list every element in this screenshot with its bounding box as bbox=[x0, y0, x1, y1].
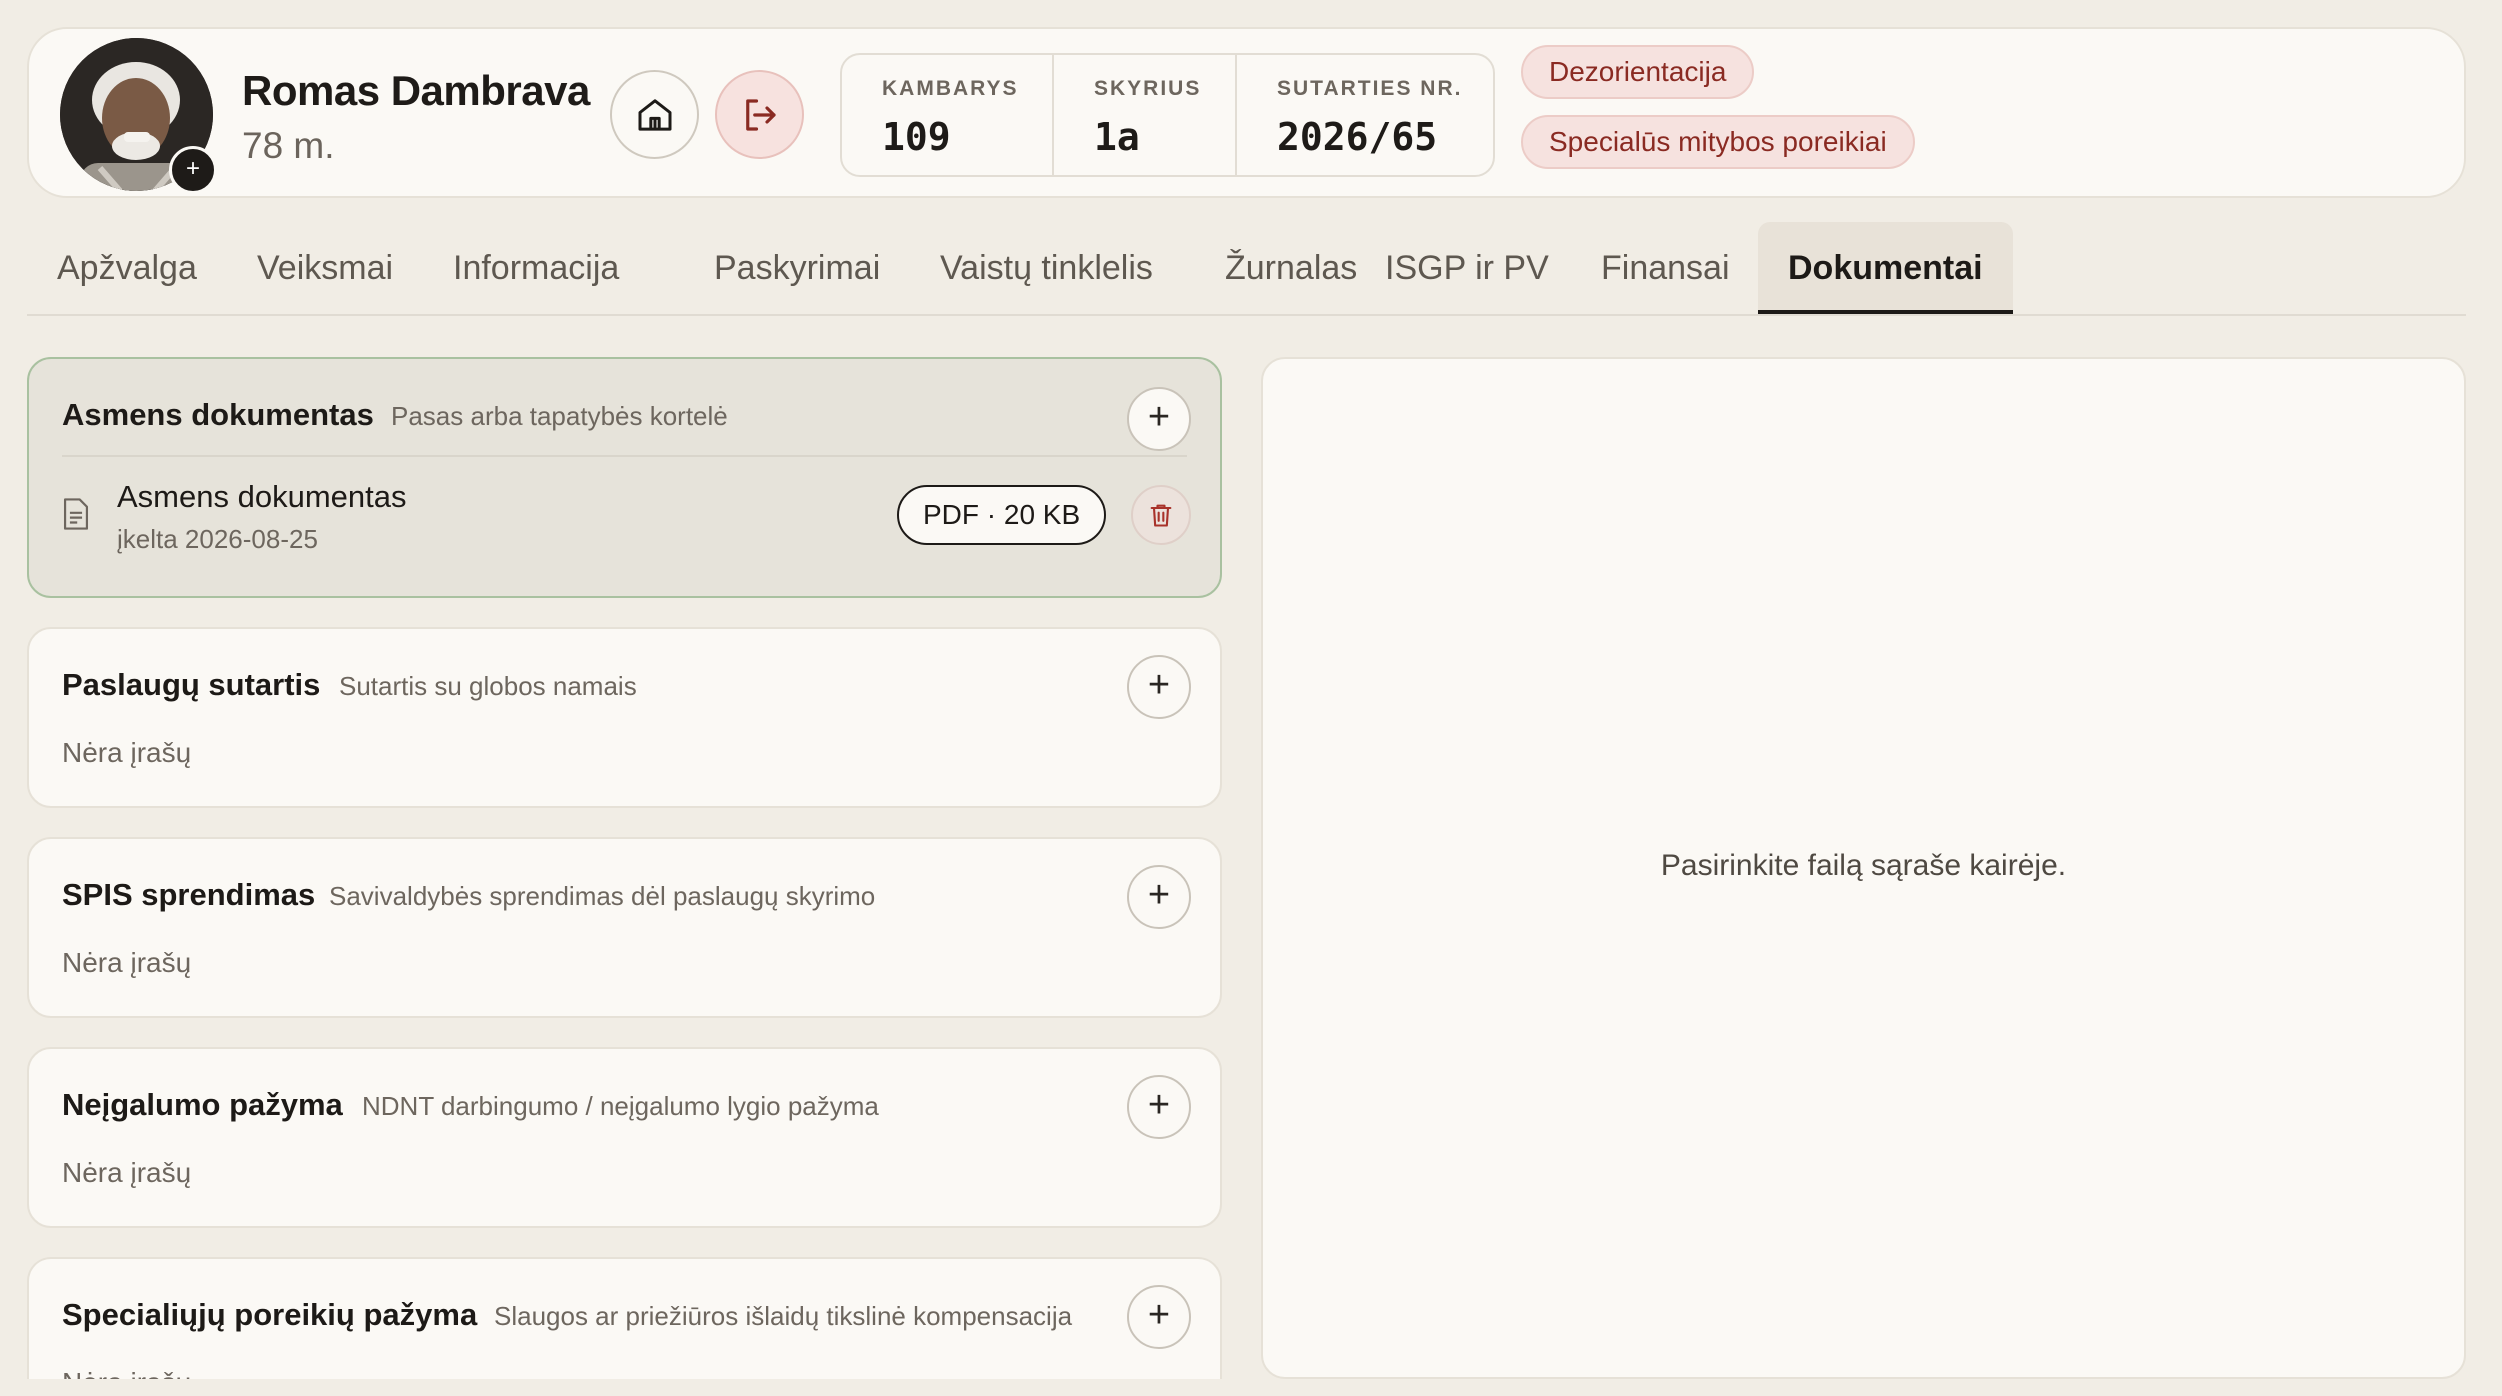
meta-room: KAMBARYS 109 bbox=[842, 55, 1054, 175]
file-name: Asmens dokumentas bbox=[117, 479, 407, 514]
logout-icon bbox=[745, 98, 776, 131]
meta-value: 109 bbox=[882, 115, 951, 159]
meta-label: KAMBARYS bbox=[882, 77, 1019, 100]
empty-state: Nėra įrašų bbox=[62, 1367, 191, 1379]
section-subtitle: Slaugos ar priežiūros išlaidų tikslinė k… bbox=[494, 1301, 1073, 1331]
section-subtitle: NDNT darbingumo / neįgalumo lygio pažyma bbox=[362, 1091, 879, 1121]
file-preview-panel: Pasirinkite failą sąraše kairėje. bbox=[1261, 357, 2466, 1379]
add-file-button[interactable]: + bbox=[1127, 1075, 1191, 1139]
preview-placeholder: Pasirinkite failą sąraše kairėje. bbox=[1660, 849, 2067, 882]
empty-state: Nėra įrašų bbox=[62, 737, 192, 768]
delete-file-button[interactable] bbox=[1131, 485, 1191, 545]
tab-isgp-pv[interactable]: ISGP ir PV bbox=[1355, 222, 1579, 314]
patient-header: + Romas Dambrava 78 m. KAMBARYS 109 SKYR… bbox=[27, 27, 2466, 198]
section-title: Asmens dokumentas bbox=[62, 397, 374, 432]
tab-bar: Apžvalga Veiksmai Informacija Paskyrimai… bbox=[27, 222, 2466, 316]
meta-value: 2026/65 bbox=[1277, 115, 1438, 159]
section-disability-certificate: Neįgalumo pažyma NDNT darbingumo / neįga… bbox=[27, 1047, 1222, 1228]
tab-information[interactable]: Informacija bbox=[423, 222, 649, 314]
tab-medication-grid[interactable]: Vaistų tinklelis bbox=[910, 222, 1183, 314]
add-file-button[interactable]: + bbox=[1127, 387, 1191, 451]
home-icon bbox=[638, 98, 671, 131]
home-button[interactable] bbox=[610, 70, 699, 159]
add-file-button[interactable]: + bbox=[1127, 865, 1191, 929]
meta-label: SUTARTIES NR. bbox=[1277, 77, 1463, 100]
add-file-button[interactable]: + bbox=[1127, 1285, 1191, 1349]
tab-actions[interactable]: Veiksmai bbox=[227, 222, 423, 314]
tab-overview[interactable]: Apžvalga bbox=[27, 222, 227, 314]
tab-finances[interactable]: Finansai bbox=[1571, 222, 1760, 314]
meta-label: SKYRIUS bbox=[1094, 77, 1202, 100]
patient-meta: KAMBARYS 109 SKYRIUS 1a SUTARTIES NR. 20… bbox=[840, 53, 1495, 177]
section-special-needs-certificate: Specialiųjų poreikių pažyma Slaugos ar p… bbox=[27, 1257, 1222, 1379]
section-title: Neįgalumo pažyma bbox=[62, 1087, 343, 1122]
add-photo-button[interactable]: + bbox=[169, 146, 217, 194]
patient-name: Romas Dambrava bbox=[242, 67, 590, 114]
tag-dietary-needs[interactable]: Specialūs mitybos poreikiai bbox=[1521, 115, 1915, 169]
section-subtitle: Sutartis su globos namais bbox=[339, 671, 637, 701]
patient-age: 78 m. bbox=[242, 125, 335, 166]
section-title: Paslaugų sutartis bbox=[62, 667, 321, 702]
section-title: SPIS sprendimas bbox=[62, 877, 316, 912]
section-title: Specialiųjų poreikių pažyma bbox=[62, 1297, 478, 1332]
empty-state: Nėra įrašų bbox=[62, 1157, 192, 1188]
add-file-button[interactable]: + bbox=[1127, 655, 1191, 719]
section-service-contract: Paslaugų sutartis Sutartis su globos nam… bbox=[27, 627, 1222, 808]
section-spis-decision: SPIS sprendimas Savivaldybės sprendimas … bbox=[27, 837, 1222, 1018]
file-type-size-badge[interactable]: PDF · 20 KB bbox=[897, 485, 1107, 545]
meta-value: 1a bbox=[1094, 115, 1140, 159]
tab-documents[interactable]: Dokumentai bbox=[1758, 222, 2013, 314]
divider bbox=[62, 455, 1187, 457]
meta-department: SKYRIUS 1a bbox=[1054, 55, 1237, 175]
tag-disorientation[interactable]: Dezorientacija bbox=[1521, 45, 1755, 99]
file-upload-date: įkelta 2026-08-25 bbox=[117, 524, 318, 554]
tab-prescriptions[interactable]: Paskyrimai bbox=[684, 222, 910, 314]
section-subtitle: Pasas arba tapatybės kortelė bbox=[391, 401, 728, 431]
section-identity-document: Asmens dokumentas Pasas arba tapatybės k… bbox=[27, 357, 1222, 598]
document-icon bbox=[63, 498, 89, 530]
trash-icon bbox=[1150, 504, 1172, 527]
section-subtitle: Savivaldybės sprendimas dėl paslaugų sky… bbox=[329, 881, 876, 911]
discharge-button[interactable] bbox=[715, 70, 804, 159]
meta-contract: SUTARTIES NR. 2026/65 bbox=[1237, 55, 1493, 175]
empty-state: Nėra įrašų bbox=[62, 947, 192, 978]
